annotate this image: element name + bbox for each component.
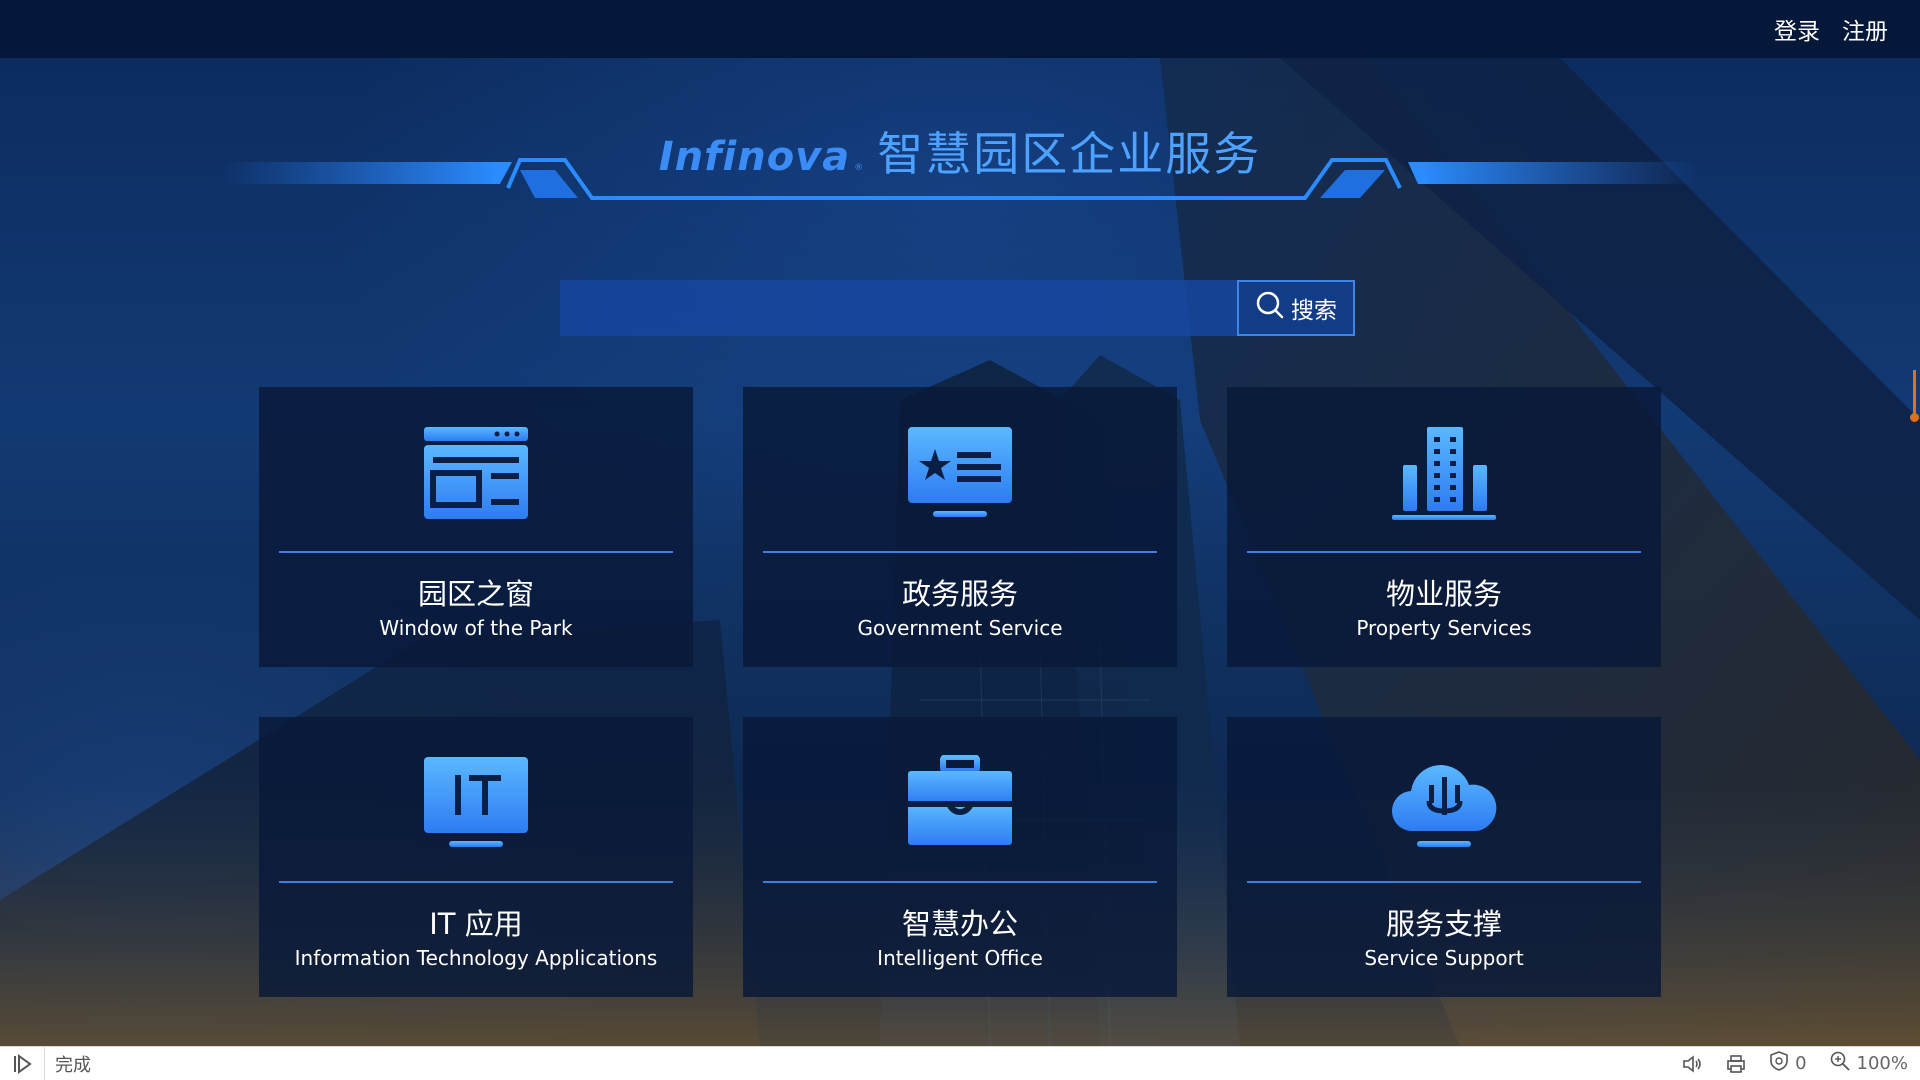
print-icon[interactable] (1725, 1053, 1747, 1075)
briefcase-icon (905, 754, 1015, 855)
card-service-support[interactable]: 服务支撑 Service Support (1227, 717, 1661, 997)
browser-window-icon (421, 425, 531, 525)
top-bar: 登录 注册 (0, 0, 1920, 58)
search-button[interactable]: 搜索 (1237, 280, 1355, 336)
card-title-en: Government Service (857, 616, 1063, 640)
card-title-cn: 物业服务 (1385, 577, 1502, 611)
zoom-icon (1829, 1050, 1851, 1077)
card-divider (1247, 551, 1641, 553)
adblock-counter[interactable]: 0 (1769, 1050, 1807, 1077)
zoom-control[interactable]: 100% (1829, 1050, 1908, 1077)
card-title-en: Information Technology Applications (294, 946, 658, 970)
building-icon (1389, 425, 1499, 525)
card-title-cn: 智慧办公 (901, 907, 1018, 941)
card-title-en: Service Support (1364, 946, 1524, 970)
speaker-icon[interactable] (1681, 1053, 1703, 1075)
search-button-label: 搜索 (1291, 298, 1337, 324)
it-monitor-icon (421, 755, 531, 855)
card-title-cn: 政务服务 (901, 577, 1018, 611)
card-divider (279, 551, 673, 553)
card-title-cn: IT 应用 (429, 907, 523, 941)
card-title-cn: 园区之窗 (417, 577, 534, 611)
adblock-count: 0 (1795, 1053, 1807, 1074)
card-title-cn: 服务支撑 (1385, 907, 1502, 941)
search-input[interactable] (560, 280, 1237, 336)
status-left: 完成 (0, 1047, 91, 1080)
registered-mark: ® (854, 163, 864, 173)
id-card-icon (905, 425, 1015, 525)
page-status: 完成 (55, 1054, 91, 1076)
card-divider (763, 551, 1157, 553)
status-right: 0 100% (1681, 1050, 1908, 1077)
shield-icon (1769, 1050, 1789, 1077)
login-link[interactable]: 登录 (1774, 12, 1820, 46)
register-link[interactable]: 注册 (1842, 12, 1888, 46)
browser-status-bar: 完成 0 100% (0, 1046, 1920, 1080)
card-title-en: Intelligent Office (877, 946, 1043, 970)
page-header: Infinova ® 智慧园区企业服务 (0, 100, 1920, 210)
card-it-applications[interactable]: IT 应用 Information Technology Application… (259, 717, 693, 997)
card-window-of-the-park[interactable]: 园区之窗 Window of the Park (259, 387, 693, 667)
search-bar: 搜索 (560, 280, 1355, 336)
search-icon (1255, 290, 1285, 326)
card-title-en: Property Services (1356, 616, 1532, 640)
header-title: Infinova ® 智慧园区企业服务 (0, 118, 1920, 184)
auth-links: 登录 注册 (1774, 12, 1888, 46)
scroll-indicator[interactable] (1910, 370, 1919, 422)
card-title-en: Window of the Park (379, 616, 573, 640)
page-title: 智慧园区企业服务 (877, 127, 1262, 181)
cloud-plug-icon (1389, 755, 1499, 855)
card-divider (1247, 881, 1641, 883)
card-divider (279, 881, 673, 883)
card-divider (763, 881, 1157, 883)
card-property-services[interactable]: 物业服务 Property Services (1227, 387, 1661, 667)
play-icon[interactable] (0, 1047, 45, 1080)
service-grid: 园区之窗 Window of the Park 政务服务 Government … (259, 387, 1661, 997)
card-government-service[interactable]: 政务服务 Government Service (743, 387, 1177, 667)
zoom-level: 100% (1856, 1053, 1908, 1074)
card-intelligent-office[interactable]: 智慧办公 Intelligent Office (743, 717, 1177, 997)
infinova-logo: Infinova (658, 134, 851, 180)
